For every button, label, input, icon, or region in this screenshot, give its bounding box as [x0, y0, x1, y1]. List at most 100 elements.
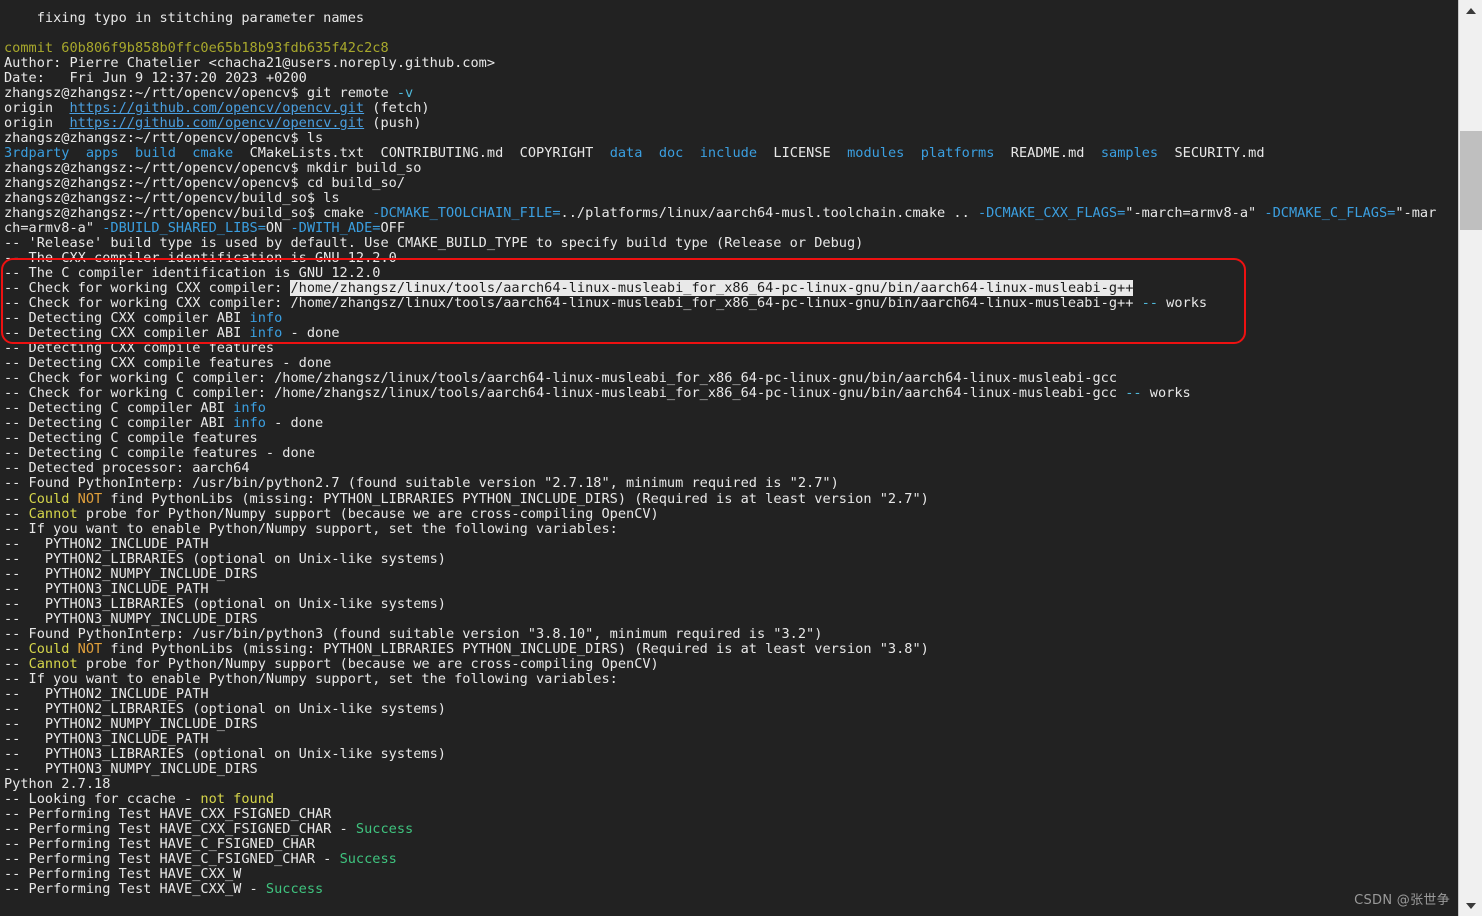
terminal-screen[interactable]: fixing typo in stitching parameter names… — [0, 0, 1458, 916]
terminal-text: samples — [1101, 145, 1158, 161]
terminal-text: NOT — [78, 491, 103, 507]
terminal-text: find PythonLibs (missing: PYTHON_LIBRARI… — [102, 641, 929, 657]
terminal-line: -- The CXX compiler identification is GN… — [4, 251, 1458, 266]
terminal-line — [4, 26, 1458, 41]
terminal-line: -- PYTHON2_LIBRARIES (optional on Unix-l… — [4, 702, 1458, 717]
terminal-text: -- Performing Test HAVE_CXX_W — [4, 866, 241, 882]
terminal-text: find PythonLibs (missing: PYTHON_LIBRARI… — [102, 491, 929, 507]
terminal-line: -- PYTHON2_INCLUDE_PATH — [4, 537, 1458, 552]
terminal-text: CMakeLists.txt CONTRIBUTING.md COPYRIGHT — [233, 145, 609, 161]
terminal-line: -- Detected processor: aarch64 — [4, 461, 1458, 476]
terminal-text: - done — [266, 415, 323, 431]
terminal-text: -- Detecting CXX compile features — [4, 340, 274, 356]
terminal-text: doc — [659, 145, 684, 161]
terminal-text: works — [1142, 385, 1191, 401]
terminal-text: SECURITY.md — [1158, 145, 1264, 161]
terminal-line: -- Check for working C compiler: /home/z… — [4, 386, 1458, 401]
terminal-text: Success — [356, 821, 413, 837]
terminal-line: Date: Fri Jun 9 12:37:20 2023 +0200 — [4, 71, 1458, 86]
terminal-line: -- Looking for ccache - not found — [4, 792, 1458, 807]
terminal-line: zhangsz@zhangsz:~/rtt/opencv/opencv$ mkd… — [4, 161, 1458, 176]
terminal-text: - done — [282, 325, 339, 341]
terminal-text: probe for Python/Numpy support (because … — [78, 506, 659, 522]
terminal-text: -- Detecting C compiler ABI — [4, 400, 233, 416]
terminal-line: -- Detecting C compile features - done — [4, 446, 1458, 461]
terminal-line: -- Performing Test HAVE_CXX_FSIGNED_CHAR — [4, 807, 1458, 822]
terminal-text: -- Detecting C compile features - done — [4, 445, 315, 461]
terminal-line: zhangsz@zhangsz:~/rtt/opencv/opencv$ cd … — [4, 176, 1458, 191]
terminal-text: -- PYTHON3_NUMPY_INCLUDE_DIRS — [4, 611, 258, 627]
terminal-text: -- Found PythonInterp: /usr/bin/python2.… — [4, 475, 839, 491]
terminal-text: -- Found PythonInterp: /usr/bin/python3 … — [4, 626, 822, 642]
terminal-text: -- — [1125, 385, 1141, 401]
terminal-text: -- Performing Test HAVE_CXX_FSIGNED_CHAR… — [4, 821, 356, 837]
terminal-text: -- — [4, 506, 29, 522]
terminal-text: -- PYTHON2_LIBRARIES (optional on Unix-l… — [4, 551, 446, 567]
terminal-text: -- PYTHON3_LIBRARIES (optional on Unix-l… — [4, 746, 446, 762]
terminal-text: Cannot — [29, 506, 78, 522]
terminal-text: not found — [200, 791, 274, 807]
terminal-text: ch=armv8-a" — [4, 220, 102, 236]
terminal-line: -- PYTHON3_NUMPY_INCLUDE_DIRS — [4, 612, 1458, 627]
terminal-line: -- PYTHON3_LIBRARIES (optional on Unix-l… — [4, 747, 1458, 762]
terminal-text: zhangsz@zhangsz:~/rtt/opencv/opencv$ ls — [4, 130, 323, 146]
chevron-down-icon — [1466, 903, 1476, 909]
terminal-text: -- The C compiler identification is GNU … — [4, 265, 380, 281]
terminal-text: -- PYTHON2_NUMPY_INCLUDE_DIRS — [4, 716, 258, 732]
terminal-text: Author: Pierre Chatelier <chacha21@users… — [4, 55, 495, 71]
terminal-text — [69, 145, 85, 161]
terminal-text: -- Performing Test HAVE_CXX_FSIGNED_CHAR — [4, 806, 331, 822]
terminal-line: fixing typo in stitching parameter names — [4, 11, 1458, 26]
terminal-text: -- If you want to enable Python/Numpy su… — [4, 671, 618, 687]
vertical-scrollbar[interactable] — [1458, 0, 1482, 916]
terminal-line: -- Check for working C compiler: /home/z… — [4, 371, 1458, 386]
terminal-line: -- If you want to enable Python/Numpy su… — [4, 522, 1458, 537]
terminal-text: commit 60b806f9b858b0ffc0e65b18b93fdb635… — [4, 40, 389, 56]
terminal-text: include — [700, 145, 757, 161]
terminal-line: origin https://github.com/opencv/opencv.… — [4, 101, 1458, 116]
scrollbar-thumb[interactable] — [1460, 131, 1482, 230]
terminal-line: -- Detecting C compile features — [4, 431, 1458, 446]
terminal-line: Python 2.7.18 — [4, 777, 1458, 792]
terminal-line: -- Check for working CXX compiler: /home… — [4, 296, 1458, 311]
terminal-text: Success — [266, 881, 323, 897]
terminal-line: -- 'Release' build type is used by defau… — [4, 236, 1458, 251]
terminal-text: -v — [397, 85, 413, 101]
terminal-text: -- If you want to enable Python/Numpy su… — [4, 521, 618, 537]
terminal-text: -- Detecting C compiler ABI — [4, 415, 233, 431]
terminal-text: -DWITH_ADE= — [290, 220, 380, 236]
terminal-text: ON — [266, 220, 291, 236]
terminal-line: zhangsz@zhangsz:~/rtt/opencv/opencv$ ls — [4, 131, 1458, 146]
terminal-text — [119, 145, 135, 161]
terminal-text: -- PYTHON3_LIBRARIES (optional on Unix-l… — [4, 596, 446, 612]
terminal-text: -DCMAKE_TOOLCHAIN_FILE= — [372, 205, 560, 221]
terminal-text: zhangsz@zhangsz:~/rtt/opencv/build_so$ l… — [4, 190, 340, 206]
terminal-text: fixing typo in stitching parameter names — [4, 10, 364, 26]
terminal-output: fixing typo in stitching parameter names… — [4, 11, 1458, 897]
terminal-line: zhangsz@zhangsz:~/rtt/opencv/build_so$ c… — [4, 206, 1458, 221]
terminal-text: https://github.com/opencv/opencv.git — [69, 115, 364, 131]
terminal-line: -- Cannot probe for Python/Numpy support… — [4, 657, 1458, 672]
scroll-down-button[interactable] — [1459, 895, 1482, 916]
terminal-text: origin — [4, 115, 69, 131]
terminal-text: zhangsz@zhangsz:~/rtt/opencv/opencv$ git… — [4, 85, 397, 101]
terminal-text: -- 'Release' build type is used by defau… — [4, 235, 863, 251]
terminal-text: Cannot — [29, 656, 78, 672]
terminal-text — [683, 145, 699, 161]
terminal-text: modules — [847, 145, 904, 161]
terminal-text: -- Detecting CXX compiler ABI — [4, 310, 250, 326]
terminal-text: -- PYTHON2_LIBRARIES (optional on Unix-l… — [4, 701, 446, 717]
terminal-text: -- Performing Test HAVE_CXX_W - — [4, 881, 266, 897]
terminal-text — [904, 145, 920, 161]
terminal-text: -- Performing Test HAVE_C_FSIGNED_CHAR — [4, 836, 315, 852]
terminal-text: apps — [86, 145, 119, 161]
terminal-text: zhangsz@zhangsz:~/rtt/opencv/build_so$ c… — [4, 205, 372, 221]
terminal-line: -- Detecting CXX compile features - done — [4, 356, 1458, 371]
terminal-line: -- Could NOT find PythonLibs (missing: P… — [4, 642, 1458, 657]
terminal-text: -- Detecting CXX compiler ABI — [4, 325, 250, 341]
terminal-text: ../platforms/linux/aarch64-musl.toolchai… — [561, 205, 978, 221]
csdn-watermark: CSDN @张世争 — [1354, 889, 1450, 908]
terminal-text: -- Detected processor: aarch64 — [4, 460, 250, 476]
scroll-up-button[interactable] — [1459, 0, 1482, 21]
terminal-text: zhangsz@zhangsz:~/rtt/opencv/opencv$ mkd… — [4, 160, 421, 176]
